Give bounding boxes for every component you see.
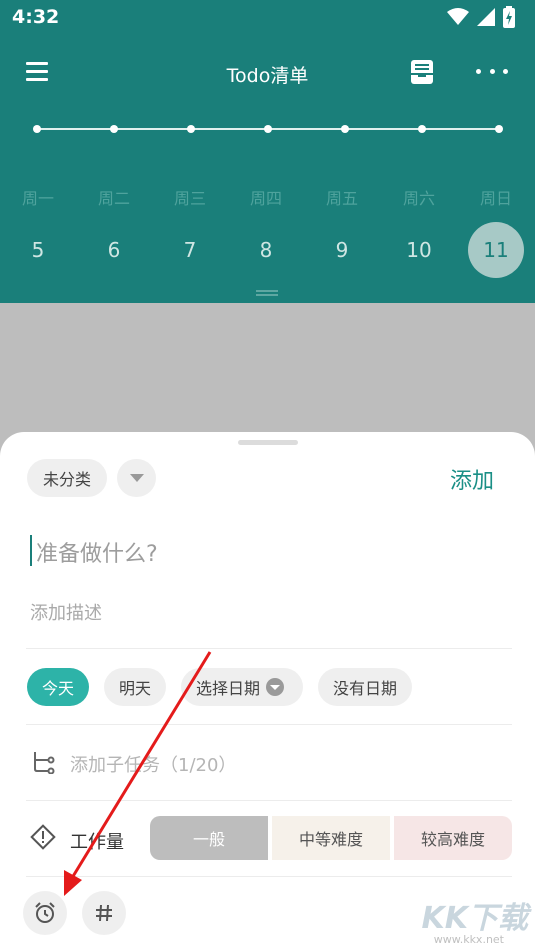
divider — [26, 876, 512, 877]
weekday-tue: 周二 — [97, 189, 130, 208]
workload-icon — [30, 824, 56, 850]
toolbar: Todo清单 — [0, 44, 535, 100]
divider — [26, 724, 512, 725]
status-time: 4:32 — [12, 6, 60, 28]
date-5[interactable]: 5 — [8, 238, 68, 262]
status-bar: 4:32 — [0, 0, 535, 36]
chevron-down-circle-icon — [266, 678, 285, 696]
watermark: KK下载 www.kkx.net — [414, 893, 532, 951]
divider — [26, 800, 512, 801]
pick-date-label: 选择日期 — [196, 679, 261, 698]
add-button[interactable]: 添加 — [450, 463, 494, 495]
hashtag-icon — [96, 904, 112, 922]
weekday-wed: 周三 — [173, 189, 206, 208]
timeline-dot — [33, 125, 41, 133]
timeline-dot — [341, 125, 349, 133]
weekday-sun: 周日 — [479, 189, 512, 208]
subtask-icon — [34, 752, 55, 774]
chevron-down-icon — [129, 474, 144, 482]
date-10[interactable]: 10 — [389, 238, 449, 262]
date-chip-none[interactable]: 没有日期 — [318, 668, 412, 706]
date-chip-today[interactable]: 今天 — [27, 668, 89, 706]
reminder-button[interactable] — [23, 891, 67, 935]
timeline-dot — [187, 125, 195, 133]
tag-button[interactable] — [82, 891, 126, 935]
add-subtask-input[interactable]: 添加子任务（1/20） — [70, 751, 236, 777]
category-chip[interactable]: 未分类 — [27, 459, 107, 497]
date-8[interactable]: 8 — [236, 238, 296, 262]
add-task-sheet: 未分类 添加 准备做什么? 添加描述 今天 明天 选择日期 没有日期 添加子任务… — [0, 432, 535, 951]
category-dropdown-button[interactable] — [117, 459, 156, 497]
weekday-mon: 周一 — [21, 189, 54, 208]
week-timeline — [33, 125, 503, 133]
workload-option-medium[interactable]: 中等难度 — [272, 816, 390, 860]
weekday-sat: 周六 — [402, 189, 435, 208]
text-cursor — [30, 535, 32, 566]
alarm-clock-icon — [35, 902, 55, 923]
workload-option-normal[interactable]: 一般 — [150, 816, 268, 860]
date-9[interactable]: 9 — [312, 238, 372, 262]
status-icons — [447, 6, 515, 28]
app-header: 4:32 Todo清单 周一 周二 周三 周四 周五 周六 周日 5 6 7 8… — [0, 0, 535, 303]
timeline-dot — [418, 125, 426, 133]
date-chip-tomorrow[interactable]: 明天 — [104, 668, 166, 706]
timeline-dot — [110, 125, 118, 133]
battery-icon — [503, 6, 515, 28]
wifi-icon — [447, 8, 469, 25]
page-title: Todo清单 — [226, 65, 309, 87]
sheet-grab-handle[interactable] — [238, 440, 298, 445]
watermark-url: www.kkx.net — [433, 933, 504, 946]
inbox-icon[interactable] — [408, 58, 436, 86]
more-options-icon[interactable] — [476, 69, 508, 75]
task-title-input[interactable]: 准备做什么? — [36, 536, 158, 568]
workload-label: 工作量 — [70, 832, 124, 853]
date-chip-pick[interactable]: 选择日期 — [181, 668, 303, 706]
workload-option-hard[interactable]: 较高难度 — [394, 816, 512, 860]
timeline-dot — [264, 125, 272, 133]
signal-icon — [477, 8, 495, 26]
date-6[interactable]: 6 — [84, 238, 144, 262]
description-input[interactable]: 添加描述 — [30, 599, 102, 625]
watermark-brand: KK下载 — [421, 901, 529, 936]
weekday-fri: 周五 — [325, 189, 358, 208]
timeline-dot — [495, 125, 503, 133]
divider — [26, 648, 512, 649]
weekday-thu: 周四 — [249, 189, 282, 208]
header-drag-handle[interactable] — [256, 290, 278, 296]
date-11-selected[interactable]: 11 — [466, 238, 526, 262]
date-7[interactable]: 7 — [160, 238, 220, 262]
